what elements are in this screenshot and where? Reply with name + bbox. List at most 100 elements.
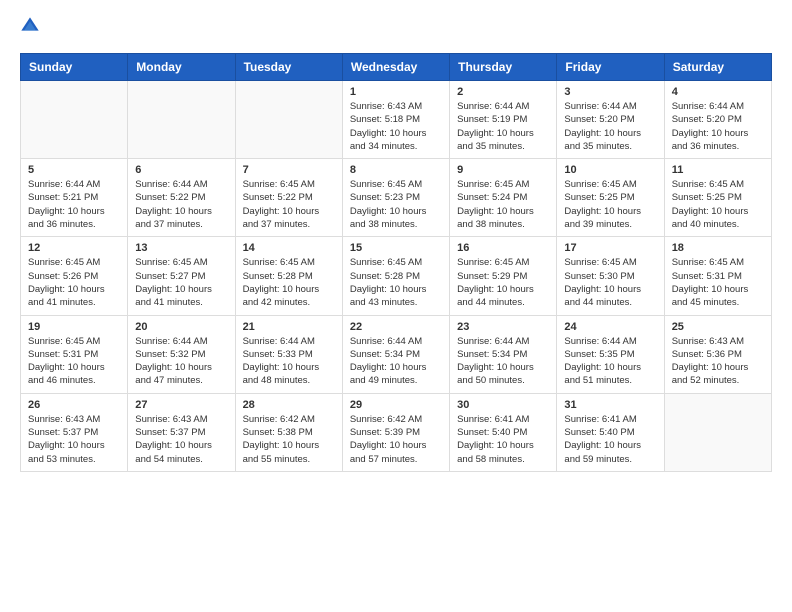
calendar-cell: 26 Sunrise: 6:43 AM Sunset: 5:37 PM Dayli… <box>21 393 128 471</box>
day-info: Sunrise: 6:43 AM Sunset: 5:18 PM Dayligh… <box>350 100 442 153</box>
day-number: 22 <box>350 321 442 333</box>
calendar-cell <box>664 393 771 471</box>
calendar-cell: 18 Sunrise: 6:45 AM Sunset: 5:31 PM Dayli… <box>664 237 771 315</box>
calendar-week-row: 19 Sunrise: 6:45 AM Sunset: 5:31 PM Dayli… <box>21 315 772 393</box>
calendar-cell: 29 Sunrise: 6:42 AM Sunset: 5:39 PM Dayli… <box>342 393 449 471</box>
day-info: Sunrise: 6:44 AM Sunset: 5:35 PM Dayligh… <box>564 335 656 388</box>
day-info: Sunrise: 6:44 AM Sunset: 5:21 PM Dayligh… <box>28 178 120 231</box>
day-number: 31 <box>564 399 656 411</box>
calendar-cell: 17Sunrise: 6:45 AM Sunset: 5:30 PM Dayli… <box>557 237 664 315</box>
day-info: Sunrise: 6:41 AM Sunset: 5:40 PM Dayligh… <box>457 413 549 466</box>
day-info: Sunrise: 6:44 AM Sunset: 5:20 PM Dayligh… <box>564 100 656 153</box>
day-info: Sunrise: 6:44 AM Sunset: 5:22 PM Dayligh… <box>135 178 227 231</box>
day-number: 10 <box>564 164 656 176</box>
day-number: 7 <box>243 164 335 176</box>
header <box>20 16 772 41</box>
calendar-cell: 2 Sunrise: 6:44 AM Sunset: 5:19 PM Daylig… <box>450 81 557 159</box>
day-number: 12 <box>28 242 120 254</box>
calendar-cell <box>21 81 128 159</box>
calendar-week-row: 1 Sunrise: 6:43 AM Sunset: 5:18 PM Daylig… <box>21 81 772 159</box>
calendar-cell: 21 Sunrise: 6:44 AM Sunset: 5:33 PM Dayli… <box>235 315 342 393</box>
calendar-cell: 15Sunrise: 6:45 AM Sunset: 5:28 PM Dayli… <box>342 237 449 315</box>
calendar-table: SundayMondayTuesdayWednesdayThursdayFrid… <box>20 53 772 472</box>
day-number: 29 <box>350 399 442 411</box>
weekday-header: Tuesday <box>235 54 342 81</box>
weekday-header: Wednesday <box>342 54 449 81</box>
calendar-cell: 8Sunrise: 6:45 AM Sunset: 5:23 PM Daylig… <box>342 159 449 237</box>
day-info: Sunrise: 6:42 AM Sunset: 5:39 PM Dayligh… <box>350 413 442 466</box>
day-number: 8 <box>350 164 442 176</box>
calendar-cell: 20 Sunrise: 6:44 AM Sunset: 5:32 PM Dayli… <box>128 315 235 393</box>
day-number: 27 <box>135 399 227 411</box>
day-info: Sunrise: 6:44 AM Sunset: 5:34 PM Dayligh… <box>457 335 549 388</box>
calendar-cell: 16 Sunrise: 6:45 AM Sunset: 5:29 PM Dayli… <box>450 237 557 315</box>
calendar-cell: 7 Sunrise: 6:45 AM Sunset: 5:22 PM Daylig… <box>235 159 342 237</box>
day-number: 18 <box>672 242 764 254</box>
day-info: Sunrise: 6:44 AM Sunset: 5:33 PM Dayligh… <box>243 335 335 388</box>
day-number: 30 <box>457 399 549 411</box>
logo <box>20 16 44 41</box>
calendar-cell: 4 Sunrise: 6:44 AM Sunset: 5:20 PM Daylig… <box>664 81 771 159</box>
calendar-cell: 27 Sunrise: 6:43 AM Sunset: 5:37 PM Dayli… <box>128 393 235 471</box>
calendar-cell: 5 Sunrise: 6:44 AM Sunset: 5:21 PM Daylig… <box>21 159 128 237</box>
calendar-cell: 23Sunrise: 6:44 AM Sunset: 5:34 PM Dayli… <box>450 315 557 393</box>
calendar-week-row: 26 Sunrise: 6:43 AM Sunset: 5:37 PM Dayli… <box>21 393 772 471</box>
weekday-header: Saturday <box>664 54 771 81</box>
day-number: 9 <box>457 164 549 176</box>
calendar-cell <box>128 81 235 159</box>
day-info: Sunrise: 6:43 AM Sunset: 5:36 PM Dayligh… <box>672 335 764 388</box>
calendar-cell: 14Sunrise: 6:45 AM Sunset: 5:28 PM Dayli… <box>235 237 342 315</box>
calendar-cell: 10 Sunrise: 6:45 AM Sunset: 5:25 PM Dayli… <box>557 159 664 237</box>
day-info: Sunrise: 6:45 AM Sunset: 5:30 PM Dayligh… <box>564 256 656 309</box>
page-container: SundayMondayTuesdayWednesdayThursdayFrid… <box>0 0 792 492</box>
calendar-cell: 31 Sunrise: 6:41 AM Sunset: 5:40 PM Dayli… <box>557 393 664 471</box>
day-info: Sunrise: 6:45 AM Sunset: 5:25 PM Dayligh… <box>564 178 656 231</box>
calendar-cell: 30 Sunrise: 6:41 AM Sunset: 5:40 PM Dayli… <box>450 393 557 471</box>
weekday-header: Thursday <box>450 54 557 81</box>
day-number: 14 <box>243 242 335 254</box>
day-number: 24 <box>564 321 656 333</box>
calendar-cell: 25 Sunrise: 6:43 AM Sunset: 5:36 PM Dayli… <box>664 315 771 393</box>
day-info: Sunrise: 6:44 AM Sunset: 5:34 PM Dayligh… <box>350 335 442 388</box>
calendar-week-row: 12 Sunrise: 6:45 AM Sunset: 5:26 PM Dayli… <box>21 237 772 315</box>
day-info: Sunrise: 6:44 AM Sunset: 5:19 PM Dayligh… <box>457 100 549 153</box>
weekday-header-row: SundayMondayTuesdayWednesdayThursdayFrid… <box>21 54 772 81</box>
day-info: Sunrise: 6:43 AM Sunset: 5:37 PM Dayligh… <box>28 413 120 466</box>
day-info: Sunrise: 6:43 AM Sunset: 5:37 PM Dayligh… <box>135 413 227 466</box>
calendar-cell: 13Sunrise: 6:45 AM Sunset: 5:27 PM Dayli… <box>128 237 235 315</box>
day-number: 25 <box>672 321 764 333</box>
day-number: 6 <box>135 164 227 176</box>
day-info: Sunrise: 6:45 AM Sunset: 5:31 PM Dayligh… <box>672 256 764 309</box>
calendar-cell: 6 Sunrise: 6:44 AM Sunset: 5:22 PM Daylig… <box>128 159 235 237</box>
day-number: 19 <box>28 321 120 333</box>
day-info: Sunrise: 6:45 AM Sunset: 5:26 PM Dayligh… <box>28 256 120 309</box>
day-info: Sunrise: 6:45 AM Sunset: 5:31 PM Dayligh… <box>28 335 120 388</box>
calendar-cell: 9 Sunrise: 6:45 AM Sunset: 5:24 PM Daylig… <box>450 159 557 237</box>
day-info: Sunrise: 6:44 AM Sunset: 5:32 PM Dayligh… <box>135 335 227 388</box>
day-info: Sunrise: 6:44 AM Sunset: 5:20 PM Dayligh… <box>672 100 764 153</box>
calendar-week-row: 5 Sunrise: 6:44 AM Sunset: 5:21 PM Daylig… <box>21 159 772 237</box>
day-number: 26 <box>28 399 120 411</box>
day-info: Sunrise: 6:45 AM Sunset: 5:22 PM Dayligh… <box>243 178 335 231</box>
calendar-cell: 24 Sunrise: 6:44 AM Sunset: 5:35 PM Dayli… <box>557 315 664 393</box>
calendar-cell: 22 Sunrise: 6:44 AM Sunset: 5:34 PM Dayli… <box>342 315 449 393</box>
day-number: 16 <box>457 242 549 254</box>
day-number: 2 <box>457 86 549 98</box>
day-number: 5 <box>28 164 120 176</box>
weekday-header: Sunday <box>21 54 128 81</box>
day-number: 1 <box>350 86 442 98</box>
calendar-cell: 12 Sunrise: 6:45 AM Sunset: 5:26 PM Dayli… <box>21 237 128 315</box>
calendar-cell: 1 Sunrise: 6:43 AM Sunset: 5:18 PM Daylig… <box>342 81 449 159</box>
day-info: Sunrise: 6:41 AM Sunset: 5:40 PM Dayligh… <box>564 413 656 466</box>
day-number: 28 <box>243 399 335 411</box>
calendar-cell: 3Sunrise: 6:44 AM Sunset: 5:20 PM Daylig… <box>557 81 664 159</box>
day-number: 15 <box>350 242 442 254</box>
calendar-cell <box>235 81 342 159</box>
calendar-cell: 11Sunrise: 6:45 AM Sunset: 5:25 PM Dayli… <box>664 159 771 237</box>
day-number: 4 <box>672 86 764 98</box>
day-info: Sunrise: 6:45 AM Sunset: 5:24 PM Dayligh… <box>457 178 549 231</box>
day-info: Sunrise: 6:45 AM Sunset: 5:29 PM Dayligh… <box>457 256 549 309</box>
day-info: Sunrise: 6:42 AM Sunset: 5:38 PM Dayligh… <box>243 413 335 466</box>
day-number: 20 <box>135 321 227 333</box>
day-number: 21 <box>243 321 335 333</box>
